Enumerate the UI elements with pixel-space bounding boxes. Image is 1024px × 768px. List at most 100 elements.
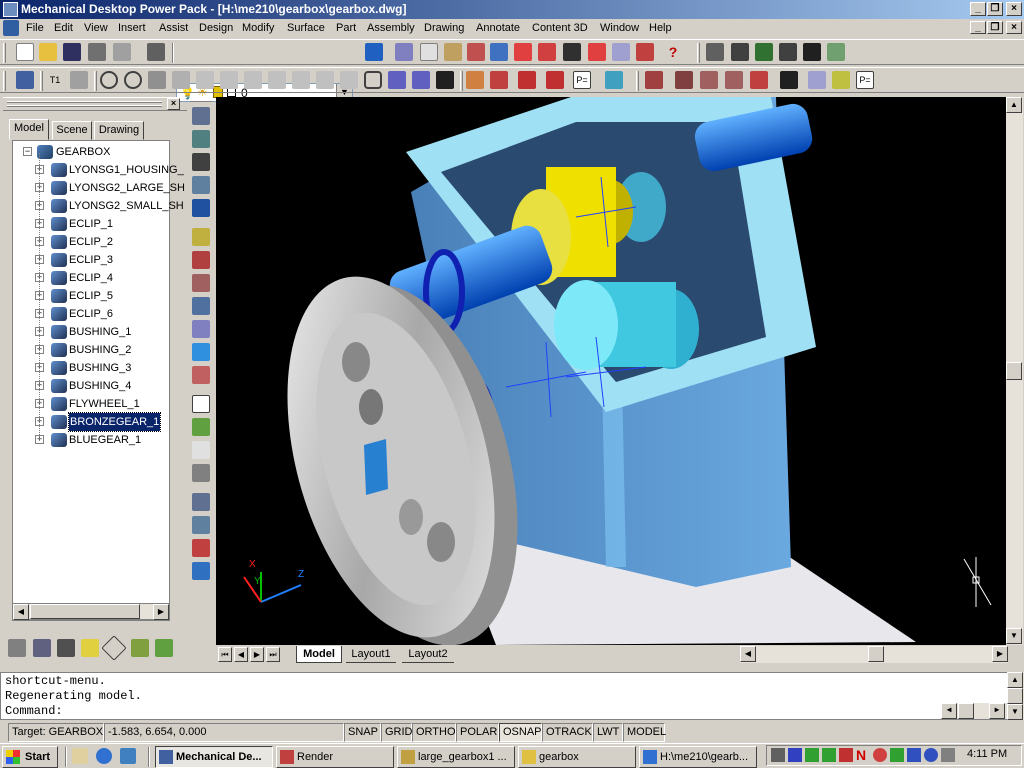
mate-icon[interactable] [490,71,508,89]
scroll-up-icon[interactable]: ▲ [1007,672,1023,688]
sketch-plane-icon[interactable] [192,176,210,194]
concentric-icon[interactable] [292,71,310,89]
tray-shield-icon[interactable] [788,748,802,762]
command-window[interactable]: shortcut-menu. Regenerating model. Comma… [0,672,1008,720]
menu-assist[interactable]: Assist [159,22,188,34]
menu-drawing[interactable]: Drawing [424,22,464,34]
polar-toggle[interactable]: POLAR [456,723,499,742]
detail-icon[interactable] [700,71,718,89]
tree-hscrollbar[interactable]: ◀ ▶ [12,603,170,620]
view-icon[interactable] [706,43,724,61]
snap-toggle[interactable]: SNAP [344,723,381,742]
task-large-gearbox[interactable]: large_gearbox1 ... [397,746,515,768]
revolve-icon[interactable] [490,43,508,61]
tray-icon-9[interactable] [907,748,921,762]
minimize-button[interactable]: _ [970,2,986,16]
tree-node[interactable]: + ECLIP_2 [13,233,169,251]
plot-preview-icon[interactable] [113,43,131,61]
scroll-left-icon[interactable]: ◀ [13,604,29,620]
part-icon[interactable] [16,71,34,89]
text-t1-icon[interactable]: T1 [46,71,64,89]
tab-layout2[interactable]: Layout2 [402,646,454,663]
work-plane-icon[interactable] [192,153,210,171]
restore-button[interactable]: ❐ [987,2,1003,16]
tree-node[interactable]: + LYONSG1_HOUSING_ [13,161,184,179]
command-hscrollbar[interactable]: ◀ ▶ [941,703,1007,719]
face-draft-icon[interactable] [192,464,210,482]
tab-model-layout[interactable]: Model [296,646,342,663]
undo-icon[interactable] [365,43,383,61]
task-mechanical-desktop[interactable]: Mechanical De... [155,746,273,768]
combine-icon[interactable] [192,516,210,534]
doc-minimize-button[interactable]: _ [970,21,986,34]
bom-icon[interactable] [780,71,798,89]
toolbar-grip[interactable] [3,43,6,63]
sketch-icon[interactable] [395,43,413,61]
menu-part[interactable]: Part [336,22,356,34]
content-icon[interactable] [832,71,850,89]
lwt-toggle[interactable]: LWT [593,723,623,742]
browser-tool-1-icon[interactable] [8,639,26,657]
render-icon[interactable] [827,43,845,61]
tree-node[interactable]: + BUSHING_2 [13,341,169,359]
close-button[interactable]: × [1006,2,1022,16]
tray-n-icon[interactable]: N [856,747,870,763]
scroll-right-icon[interactable]: ▶ [989,703,1005,719]
polyline-icon[interactable] [148,71,166,89]
menu-assembly[interactable]: Assembly [367,22,415,34]
tree-node[interactable]: + ECLIP_6 [13,305,169,323]
scroll-down-icon[interactable]: ▼ [1007,704,1023,720]
browser-tool-3-icon[interactable] [57,639,75,657]
task-render[interactable]: Render [276,746,394,768]
print-icon[interactable] [88,43,106,61]
scroll-thumb[interactable] [30,604,140,619]
tab-layout1[interactable]: Layout1 [346,646,396,663]
scroll-down-icon[interactable]: ▼ [1006,628,1022,644]
pattern-icon[interactable] [588,43,606,61]
parameters-icon[interactable] [192,395,210,413]
tree-node[interactable]: + ECLIP_4 [13,269,169,287]
update-icon[interactable] [636,43,654,61]
tray-icon-3[interactable] [805,748,819,762]
tray-icon-1[interactable] [771,748,785,762]
task-gearbox[interactable]: gearbox [518,746,636,768]
open-icon[interactable] [39,43,57,61]
start-button[interactable]: Start [2,746,58,768]
browser-tool-5-icon[interactable] [101,635,127,661]
viewport-hscrollbar[interactable]: ◀ ▶ [740,646,1008,663]
next-tab-icon[interactable]: ▶ [250,647,264,662]
circle-icon[interactable] [100,71,118,89]
loft-icon[interactable] [192,274,210,292]
parallel-icon[interactable] [244,71,262,89]
arc-icon[interactable] [124,71,142,89]
collinear-icon[interactable] [268,71,286,89]
grid-toggle[interactable]: GRID [381,723,413,742]
tree-node[interactable]: + BUSHING_3 [13,359,169,377]
tray-icon-5[interactable] [839,748,853,762]
dimension-icon[interactable] [444,43,462,61]
viewport-vscrollbar[interactable]: ▲ ▼ [1006,97,1023,645]
tree-node[interactable]: + BLUEGEAR_1 [13,431,169,449]
constraint-icon[interactable] [70,71,88,89]
tree-node[interactable]: + LYONSG2_LARGE_SH [13,179,185,197]
tray-icon-8[interactable] [890,748,904,762]
scene-icon[interactable] [605,71,623,89]
revolve-icon[interactable] [192,228,210,246]
quicklaunch-icon[interactable] [120,748,136,764]
shell-icon[interactable] [192,441,210,459]
extrude-icon[interactable] [192,199,210,217]
scroll-right-icon[interactable]: ▶ [153,604,169,620]
shade-icon[interactable] [779,43,797,61]
chamfer-icon[interactable] [192,320,210,338]
help-icon[interactable]: ? [664,43,682,61]
last-tab-icon[interactable]: ⏭ [266,647,280,662]
menu-content-3d[interactable]: Content 3D [532,22,588,34]
menu-file[interactable]: File [26,22,44,34]
drawing-view-icon[interactable] [645,71,663,89]
workplane-icon[interactable] [612,43,630,61]
shell-icon[interactable] [563,43,581,61]
menu-window[interactable]: Window [600,22,639,34]
prev-tab-icon[interactable]: ◀ [234,647,248,662]
hole-icon[interactable] [192,343,210,361]
thread-icon[interactable] [192,366,210,384]
